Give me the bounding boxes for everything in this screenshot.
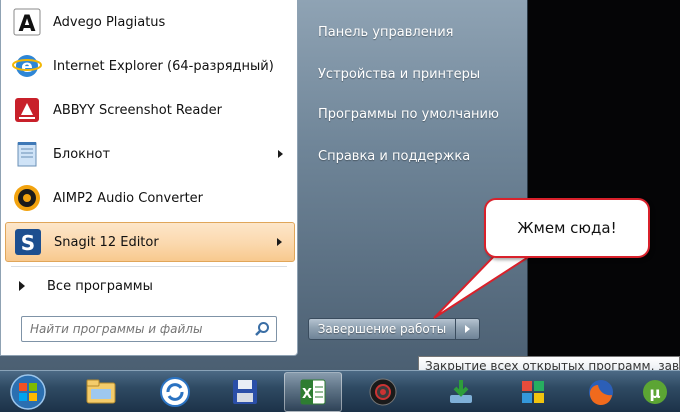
program-label: ABBYY Screenshot Reader (53, 102, 222, 118)
programs-pane: A Advego Plagiatus e Internet Explorer (… (0, 0, 298, 356)
download-icon[interactable] (432, 372, 490, 412)
program-item-notepad[interactable]: Блокнот (5, 134, 295, 174)
sync-icon[interactable] (146, 372, 204, 412)
svg-text:S: S (21, 231, 35, 255)
program-item-snagit[interactable]: S Snagit 12 Editor (5, 222, 295, 262)
camera-icon[interactable] (354, 372, 412, 412)
file-explorer-icon[interactable] (72, 372, 130, 412)
program-item-abbyy[interactable]: ABBYY Screenshot Reader (5, 90, 295, 130)
program-label: Блокнот (53, 146, 111, 162)
search-field[interactable] (21, 316, 277, 342)
advego-icon: A (11, 6, 43, 38)
all-programs-button[interactable]: Все программы (5, 272, 295, 300)
chevron-right-icon[interactable] (278, 150, 283, 158)
tiles-app-icon[interactable] (504, 372, 562, 412)
triangle-right-icon (19, 281, 25, 291)
link-control-panel[interactable]: Панель управления (310, 18, 520, 46)
search-input[interactable] (22, 322, 242, 336)
save-floppy-icon[interactable] (216, 372, 274, 412)
excel-icon[interactable]: X (284, 372, 342, 412)
program-label: AIMP2 Audio Converter (53, 190, 204, 206)
divider (11, 266, 287, 267)
internet-explorer-icon: e (11, 50, 43, 82)
program-label: Internet Explorer (64-разрядный) (53, 58, 274, 74)
chevron-right-icon (465, 325, 470, 333)
svg-text:X: X (302, 387, 312, 402)
program-label: Snagit 12 Editor (54, 234, 159, 250)
shutdown-button[interactable]: Завершение работы (308, 318, 456, 340)
program-label: Advego Plagiatus (53, 14, 166, 30)
aimp-icon (11, 182, 43, 214)
link-help-support[interactable]: Справка и поддержка (310, 142, 520, 170)
chevron-right-icon[interactable] (277, 238, 282, 246)
utorrent-icon[interactable]: µ (630, 372, 680, 412)
start-orb-icon[interactable] (6, 372, 50, 412)
svg-text:µ: µ (649, 384, 660, 402)
desktop-background (528, 0, 680, 370)
program-item-internet-explorer[interactable]: e Internet Explorer (64-разрядный) (5, 46, 295, 86)
firefox-icon[interactable] (572, 372, 630, 412)
shutdown-options-button[interactable] (456, 318, 480, 340)
callout-bubble: Жмем сюда! (484, 198, 650, 258)
svg-text:A: A (18, 12, 35, 37)
snagit-icon: S (12, 226, 44, 258)
start-menu: A Advego Plagiatus e Internet Explorer (… (0, 0, 528, 370)
link-default-programs[interactable]: Программы по умолчанию (310, 100, 520, 128)
search-icon[interactable] (254, 321, 270, 337)
abbyy-icon (11, 94, 43, 126)
program-item-aimp[interactable]: AIMP2 Audio Converter (5, 178, 295, 218)
screen: A Advego Plagiatus e Internet Explorer (… (0, 0, 680, 412)
all-programs-label: Все программы (47, 278, 153, 294)
program-item-advego[interactable]: A Advego Plagiatus (5, 2, 295, 42)
link-devices-printers[interactable]: Устройства и принтеры (310, 60, 520, 88)
callout-text: Жмем сюда! (517, 219, 617, 237)
notepad-icon (11, 138, 43, 170)
